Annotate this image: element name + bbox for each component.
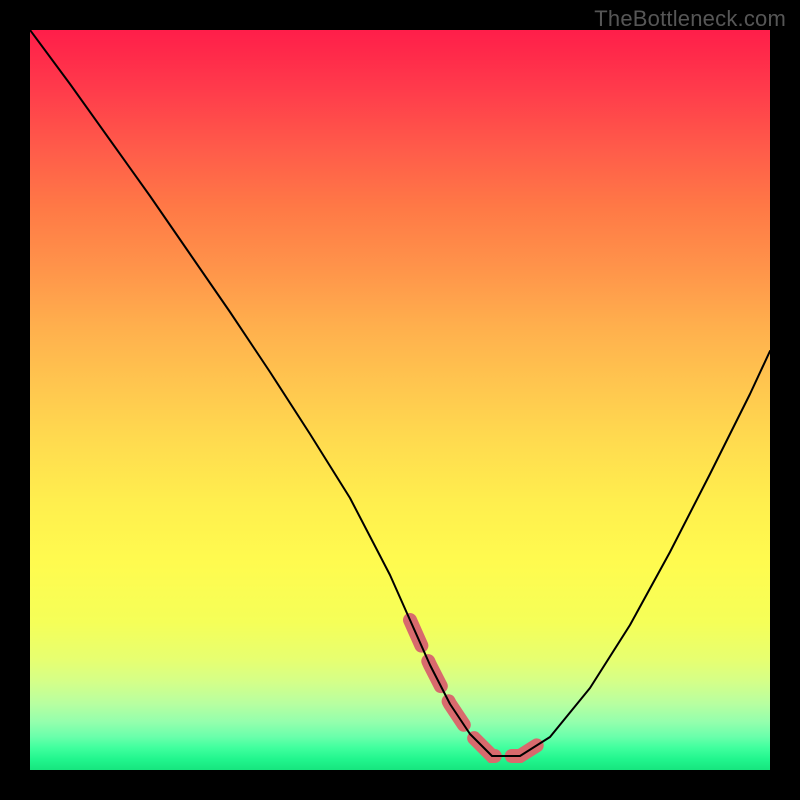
chart-frame: TheBottleneck.com: [0, 0, 800, 800]
curve-line: [30, 30, 770, 756]
attribution-text: TheBottleneck.com: [594, 6, 786, 32]
chart-plot-area: [30, 30, 770, 770]
chart-svg: [30, 30, 770, 770]
curve-marker-segment: [410, 620, 550, 756]
